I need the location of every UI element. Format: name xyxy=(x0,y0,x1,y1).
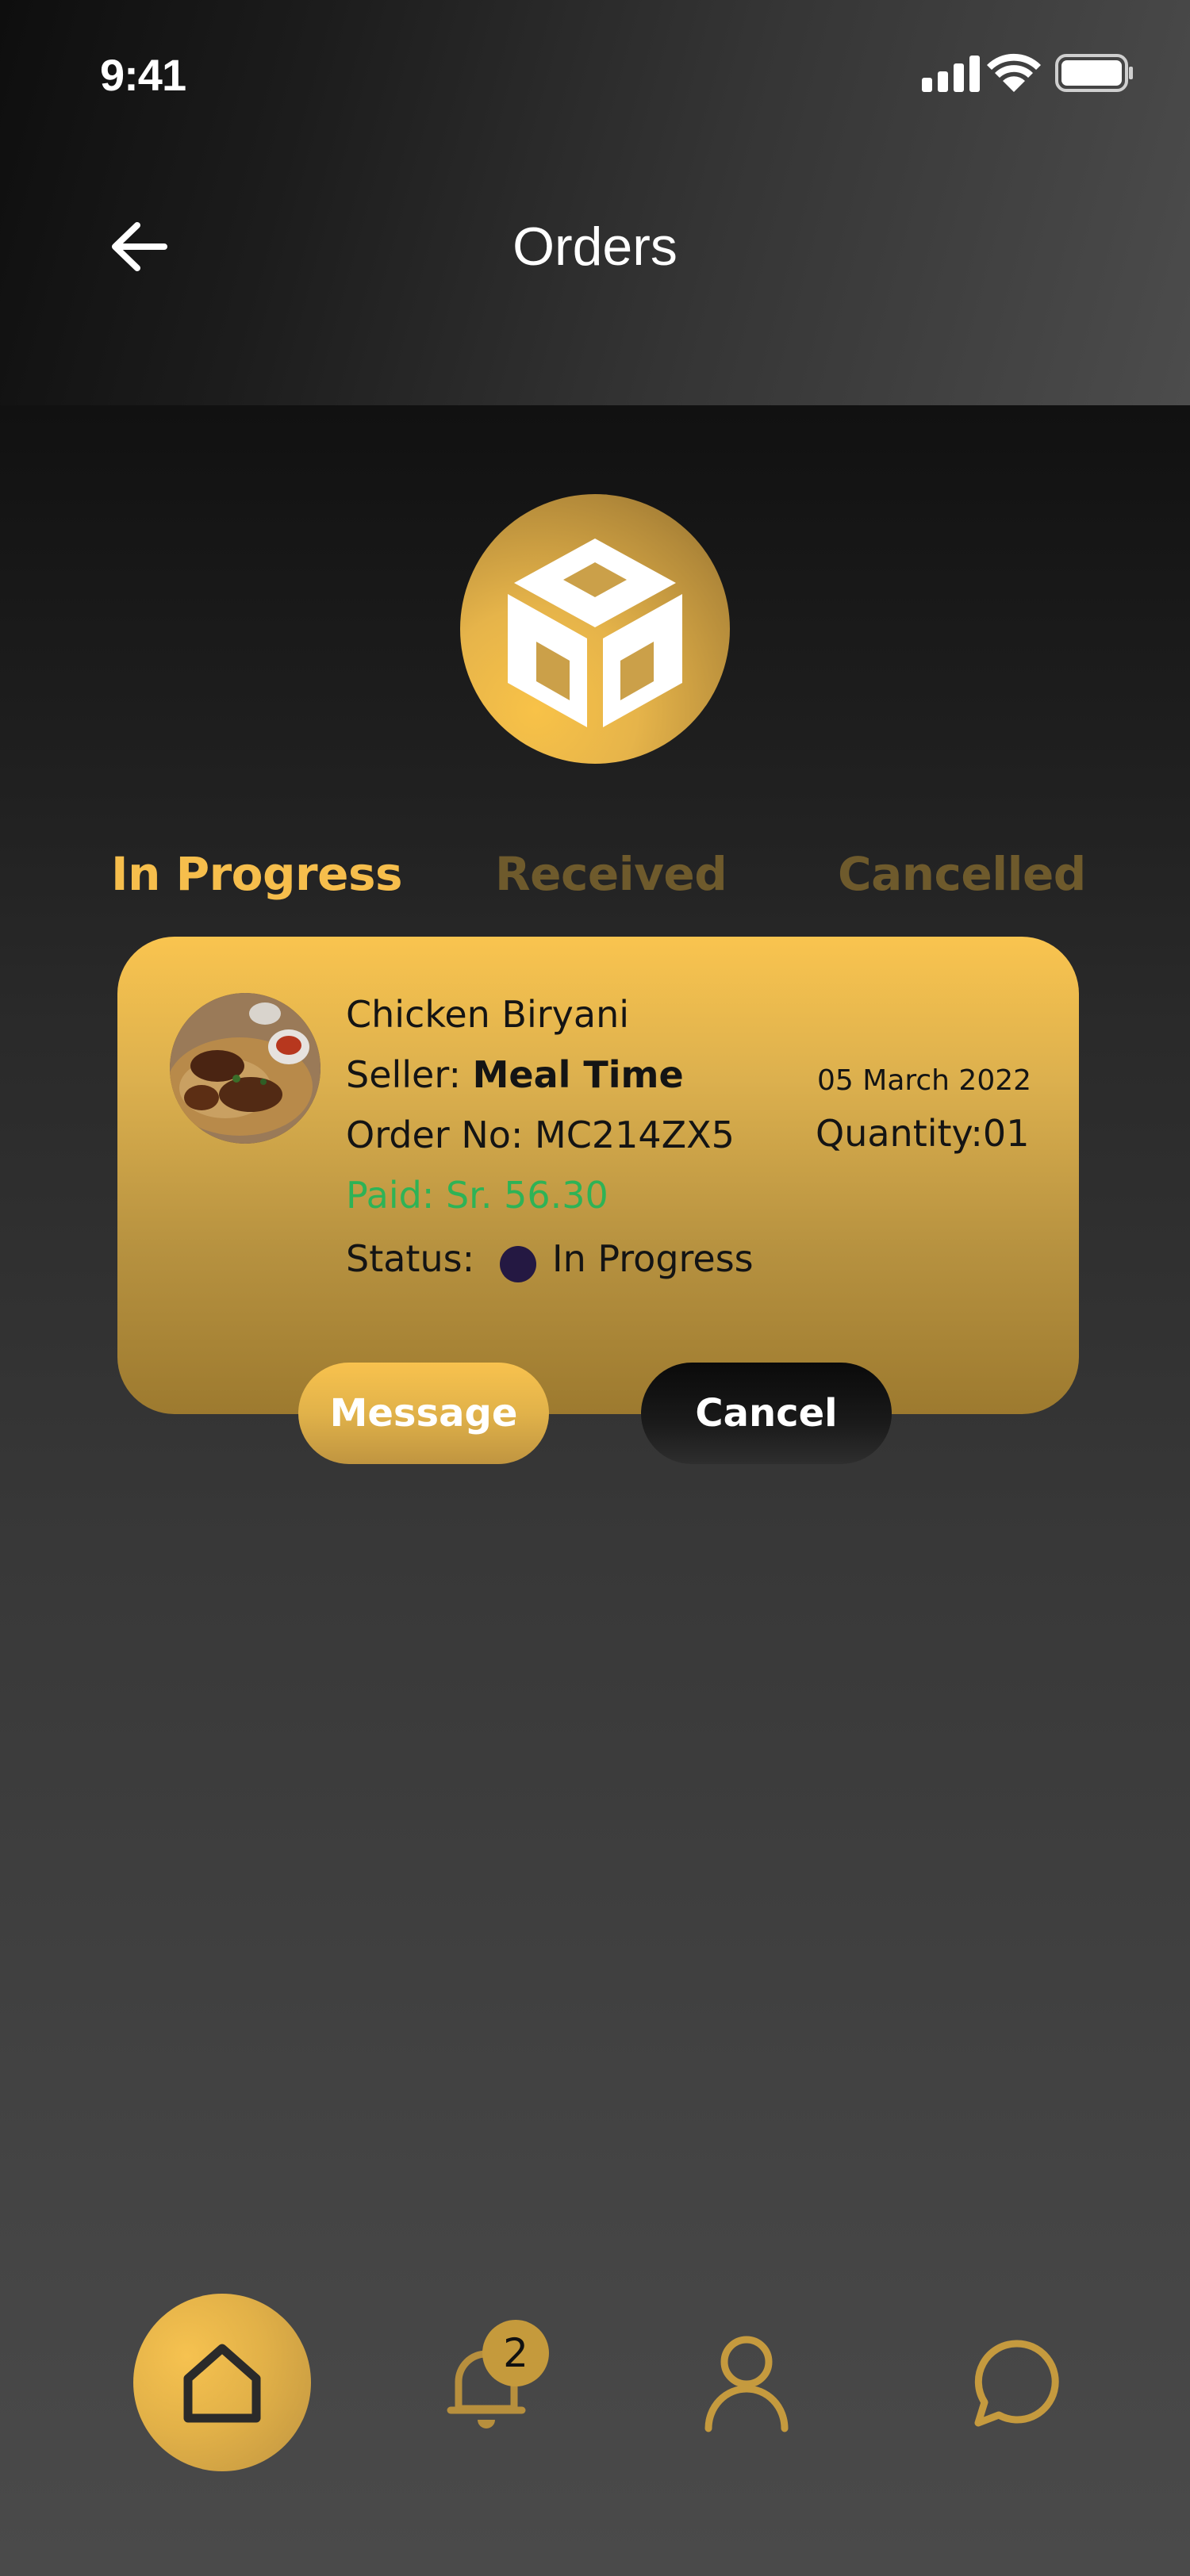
page-title: Orders xyxy=(512,217,678,277)
message-button[interactable]: Message xyxy=(298,1363,549,1464)
cancel-button[interactable]: Cancel xyxy=(641,1363,892,1464)
food-image xyxy=(170,993,321,1144)
orders-logo xyxy=(460,494,730,764)
status-icons xyxy=(922,53,1133,92)
nav-chat-button[interactable] xyxy=(965,2332,1068,2435)
wifi-icon xyxy=(987,53,1041,92)
tab-cancelled[interactable]: Cancelled xyxy=(838,847,1086,901)
arrow-left-icon xyxy=(112,222,167,271)
nav-home-button[interactable] xyxy=(133,2294,311,2471)
seller: Seller: Meal Time xyxy=(346,1053,684,1096)
user-icon xyxy=(704,2336,789,2432)
home-icon xyxy=(183,2344,261,2423)
box-icon xyxy=(508,539,682,727)
notification-badge: 2 xyxy=(482,2320,549,2386)
tab-in-progress[interactable]: In Progress xyxy=(111,847,403,901)
order-number: Order No: MC214ZX5 xyxy=(346,1114,735,1156)
nav-profile-button[interactable] xyxy=(695,2330,798,2433)
signal-icon xyxy=(922,56,980,92)
item-name: Chicken Biryani xyxy=(346,993,630,1036)
quantity: Quantity:01 xyxy=(816,1112,1030,1155)
seller-name: Meal Time xyxy=(472,1053,684,1096)
paid-amount: Paid: Sr. 56.30 xyxy=(346,1174,608,1217)
status-label: Status: xyxy=(346,1237,475,1280)
battery-icon xyxy=(1055,54,1133,92)
status-value: In Progress xyxy=(552,1237,754,1280)
chat-icon xyxy=(974,2340,1059,2427)
seller-label: Seller: xyxy=(346,1053,461,1096)
order-date: 05 March 2022 xyxy=(817,1064,1032,1097)
status-time: 9:41 xyxy=(100,50,186,100)
status-dot xyxy=(500,1246,536,1282)
back-button[interactable] xyxy=(103,211,175,282)
tab-received[interactable]: Received xyxy=(495,847,727,901)
header: 9:41 Orders xyxy=(0,0,1190,405)
